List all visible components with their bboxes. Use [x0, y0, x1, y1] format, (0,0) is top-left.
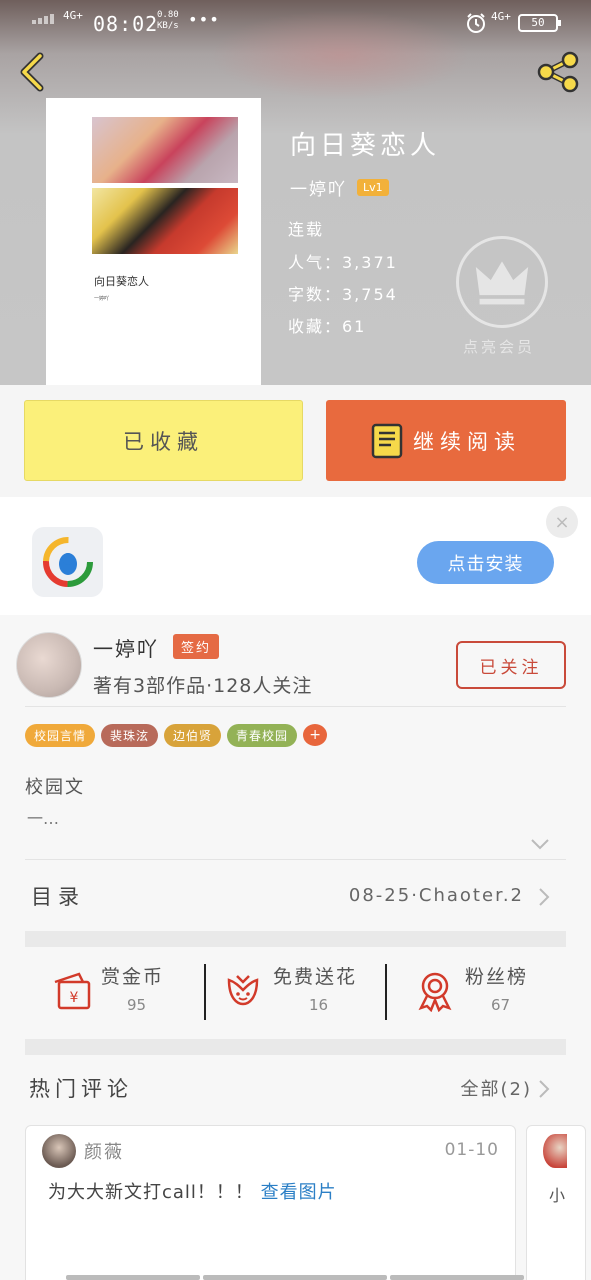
- tag-list: 校园言情 裴珠泫 边伯贤 青春校园 +: [25, 724, 328, 747]
- svg-text:¥: ¥: [70, 990, 79, 1006]
- all-comments-link: 全部(2): [460, 1079, 532, 1100]
- book-hero: 4G+ 08:02 0.80 KB/s ••• 4G+ 50 向日葵恋人 一婷吖…: [0, 0, 591, 385]
- description-line-1: 校园文: [25, 777, 85, 798]
- author-name[interactable]: 一婷吖: [290, 175, 347, 200]
- free-flower-stat[interactable]: 免费送花 16: [221, 962, 381, 1022]
- red-envelope-icon: ¥: [54, 972, 91, 1010]
- expand-chevron-down-icon[interactable]: [530, 837, 550, 851]
- signed-badge: 签约: [173, 634, 220, 659]
- author-card-name[interactable]: 一婷吖: [93, 633, 159, 662]
- chevron-right-icon: [539, 1080, 550, 1098]
- vip-label[interactable]: 点亮会员: [463, 336, 535, 357]
- tag[interactable]: 校园言情: [25, 724, 96, 747]
- cover-photo-bottom: [92, 188, 238, 254]
- battery-icon: 50: [518, 14, 561, 32]
- comment-text: 小: [549, 1186, 566, 1205]
- toc-label: 目录: [31, 885, 85, 909]
- stat-separator: [385, 964, 387, 1020]
- tag[interactable]: 裴珠泫: [101, 724, 159, 747]
- tag[interactable]: 青春校园: [227, 724, 298, 747]
- section-separator: [25, 931, 566, 947]
- back-arrow-icon[interactable]: [14, 50, 54, 94]
- fans-value: 67: [491, 996, 511, 1014]
- section-separator: [25, 1039, 566, 1055]
- cover-photo-top: [92, 117, 238, 183]
- stats-row: ¥ 赏金币 95 免费送花 16 粉丝榜 67: [25, 950, 566, 1040]
- alarm-icon: [467, 13, 485, 33]
- more-notifications-icon: •••: [188, 10, 220, 29]
- favorited-button[interactable]: 已收藏: [24, 400, 303, 481]
- popularity-stat: 人气：3,371: [288, 253, 398, 272]
- network-type-left: 4G+: [63, 9, 83, 22]
- reward-label: 赏金币: [101, 966, 165, 988]
- comment-card[interactable]: 小: [526, 1125, 586, 1280]
- comment-username[interactable]: 颜薇: [84, 1138, 124, 1164]
- comment-date: 01-10: [444, 1140, 499, 1160]
- divider: [25, 859, 566, 860]
- ad-banner: × 点击安装: [0, 497, 591, 615]
- continue-reading-label: 继续阅读: [413, 429, 521, 454]
- fans-label: 粉丝榜: [465, 966, 529, 988]
- tencent-news-logo-icon: [42, 537, 93, 587]
- cover-author: 一婷吖: [94, 296, 110, 302]
- favorites-stat: 收藏：61: [288, 317, 367, 336]
- flower-icon: [227, 975, 259, 1006]
- book-details: 一婷吖 签约 著有3部作品·128人关注 已关注 校园言情 裴珠泫 边伯贤 青春…: [0, 615, 591, 1280]
- install-button[interactable]: 点击安装: [417, 541, 554, 584]
- tag[interactable]: 边伯贤: [164, 724, 222, 747]
- word-count-stat: 字数：3,754: [288, 285, 398, 304]
- table-of-contents-row[interactable]: 目录 08-25·Chaoter.2: [25, 861, 566, 931]
- cover-title: 向日葵恋人: [94, 275, 149, 288]
- latest-chapter: 08-25·Chaoter.2: [348, 885, 524, 906]
- reward-coins-stat[interactable]: ¥ 赏金币 95: [49, 962, 199, 1022]
- view-image-link[interactable]: 查看图片: [261, 1182, 337, 1203]
- fans-ranking-stat[interactable]: 粉丝榜 67: [413, 962, 553, 1022]
- carousel-scroll-indicator: [66, 1275, 526, 1280]
- crown-icon: [475, 261, 529, 305]
- medal-icon: [418, 972, 452, 1012]
- share-icon[interactable]: [534, 48, 582, 96]
- comment-avatar[interactable]: [543, 1134, 567, 1168]
- reward-value: 95: [127, 996, 147, 1014]
- flower-value: 16: [309, 996, 329, 1014]
- author-row: 一婷吖 Lv1: [290, 175, 389, 200]
- hot-comments-header[interactable]: 热门评论 全部(2): [25, 1057, 566, 1117]
- speed-unit: KB/s: [157, 21, 179, 31]
- app-logo[interactable]: [32, 527, 103, 597]
- book-cover[interactable]: 向日葵恋人 一婷吖: [46, 98, 261, 385]
- comment-card[interactable]: 颜薇 01-10 为大大新文打call！！！ 查看图片: [25, 1125, 516, 1280]
- description-line-2: 一…: [27, 809, 60, 828]
- book-icon: [371, 423, 403, 458]
- book-title: 向日葵恋人: [290, 131, 441, 161]
- add-tag-button[interactable]: +: [303, 724, 328, 746]
- continue-reading-button[interactable]: 继续阅读: [326, 400, 566, 481]
- author-works-summary: 著有3部作品·128人关注: [93, 675, 313, 697]
- followed-button[interactable]: 已关注: [456, 641, 566, 689]
- level-badge: Lv1: [357, 179, 389, 196]
- action-bar: 已收藏 继续阅读: [0, 385, 591, 497]
- comment-avatar[interactable]: [42, 1134, 76, 1168]
- network-type-right: 4G+: [491, 10, 511, 23]
- vip-crown-seal[interactable]: [456, 236, 548, 328]
- speed-value: 0.80: [157, 10, 179, 20]
- ad-close-button[interactable]: ×: [546, 506, 578, 538]
- comment-body: 为大大新文打call！！！: [48, 1182, 254, 1203]
- author-avatar[interactable]: [16, 632, 82, 698]
- hot-comments-title: 热门评论: [29, 1077, 133, 1101]
- network-speed: 0.80 KB/s: [157, 10, 179, 32]
- divider: [25, 706, 566, 707]
- status-bar: 4G+ 08:02 0.80 KB/s ••• 4G+ 50: [0, 0, 591, 46]
- chevron-right-icon: [539, 888, 550, 906]
- flower-label: 免费送花: [273, 966, 358, 988]
- clock: 08:02: [93, 12, 159, 36]
- stat-separator: [204, 964, 206, 1020]
- serial-status: 连载: [288, 220, 325, 239]
- comment-text: 为大大新文打call！！！ 查看图片: [48, 1178, 337, 1204]
- signal-icon: [32, 14, 54, 24]
